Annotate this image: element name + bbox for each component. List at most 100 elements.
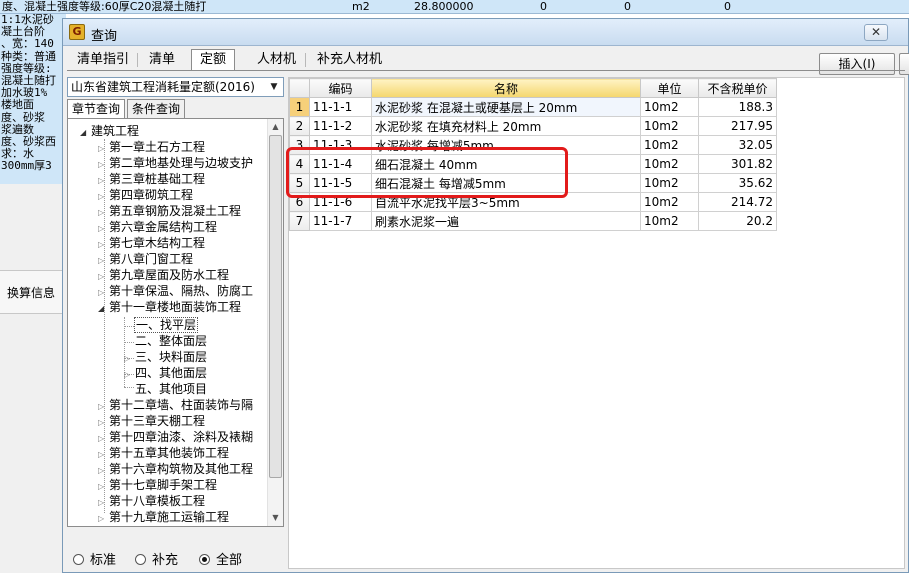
cell-code[interactable]: 11-1-7 — [309, 211, 372, 231]
row-number: 1 — [289, 97, 310, 117]
cell-code[interactable]: 11-1-5 — [309, 173, 372, 193]
column-header-name[interactable]: 名称 — [371, 78, 641, 98]
tree-node-chapter[interactable]: ▷ 第十七章脚手架工程 — [98, 477, 217, 493]
cell-unit[interactable]: 10m2 — [640, 135, 699, 155]
cell-unit[interactable]: 10m2 — [640, 211, 699, 231]
tree-node-section[interactable]: ▷ 四、其他面层 — [124, 365, 207, 381]
tab-quota[interactable]: 定额 — [191, 49, 236, 71]
table-row[interactable]: 5 11-1-5 细石混凝土 每增减5mm 10m2 35.62 — [289, 173, 777, 193]
cell-code[interactable]: 11-1-3 — [309, 135, 372, 155]
column-header-unit[interactable]: 单位 — [640, 78, 699, 98]
cell-unit[interactable]: 10m2 — [640, 116, 699, 136]
tab-separator — [137, 53, 138, 67]
cell-price[interactable]: 32.05 — [698, 135, 777, 155]
tree-scrollbar[interactable]: ▲ ▼ — [267, 119, 283, 526]
tree-node-section[interactable]: ▷五、其他项目 — [124, 381, 207, 397]
tree-node-chapter[interactable]: ▷ 第十三章天棚工程 — [98, 413, 205, 429]
tree-node-chapter[interactable]: ▷ 第十六章构筑物及其他工程 — [98, 461, 253, 477]
tree-label: 第七章木结构工程 — [109, 236, 206, 250]
tree-node-chapter[interactable]: ▷ 第二章地基处理与边坡支护 — [98, 155, 253, 171]
tab-chapter-query[interactable]: 章节查询 — [67, 99, 126, 119]
tree-node-chapter[interactable]: ▷ 第十九章施工运输工程 — [98, 509, 229, 525]
tree-node-section[interactable]: ▷二、整体面层 — [124, 333, 207, 349]
tree-node-chapter[interactable]: ▷ 第五章钢筋及混凝土工程 — [98, 203, 241, 219]
radio-circle-checked[interactable] — [199, 554, 210, 565]
insert-button[interactable]: 插入(I) — [819, 53, 895, 75]
radio-standard[interactable]: 标准 — [73, 552, 116, 570]
scroll-down-icon[interactable]: ▼ — [268, 510, 283, 526]
cell-price[interactable]: 188.3 — [698, 97, 777, 117]
cell-name[interactable]: 细石混凝土 40mm — [371, 154, 641, 174]
cell-price[interactable]: 214.72 — [698, 192, 777, 212]
tree-node-chapter[interactable]: ▷ 第十五章其他装饰工程 — [98, 445, 229, 461]
cell-unit[interactable]: 10m2 — [640, 97, 699, 117]
tab-bill-guide[interactable]: 清单指引 — [69, 50, 137, 70]
calc-info-tab[interactable]: 换算信息 — [0, 270, 62, 314]
dialog-titlebar[interactable]: G 查询 ✕ — [63, 19, 908, 46]
tree-node-chapter[interactable]: ▷ 第八章门窗工程 — [98, 251, 193, 267]
column-header-code[interactable]: 编码 — [309, 78, 372, 98]
collapsed-triangle-icon[interactable]: ▷ — [98, 511, 109, 526]
cell-name[interactable]: 水泥砂浆 在混凝土或硬基层上 20mm — [371, 97, 641, 117]
tab-condition-query[interactable]: 条件查询 — [127, 99, 186, 118]
cell-name[interactable]: 细石混凝土 每增减5mm — [371, 173, 641, 193]
scroll-up-icon[interactable]: ▲ — [268, 119, 283, 135]
tree-node-chapter[interactable]: ▷ 第九章屋面及防水工程 — [98, 267, 229, 283]
expanded-triangle-icon[interactable]: ◢ — [80, 125, 91, 141]
cell-price[interactable]: 301.82 — [698, 154, 777, 174]
chapter-tree[interactable]: ◢ 建筑工程 ▷ 第一章土石方工程 ▷ 第二章地基处理与边坡支护 ▷ 第三章桩基础工程 … — [68, 119, 267, 526]
partial-button[interactable] — [899, 53, 909, 75]
tree-label: 第九章屋面及防水工程 — [109, 268, 230, 282]
table-row[interactable]: 2 11-1-2 水泥砂浆 在填充材料上 20mm 10m2 217.95 — [289, 116, 777, 136]
tree-node-chapter[interactable]: ▷ 第四章砌筑工程 — [98, 187, 193, 203]
tree-node-section[interactable]: ▷ 三、块料面层 — [124, 349, 207, 365]
table-row[interactable]: 1 11-1-1 水泥砂浆 在混凝土或硬基层上 20mm 10m2 188.3 — [289, 97, 777, 117]
table-row[interactable]: 6 11-1-6 自流平水泥找平层3~5mm 10m2 214.72 — [289, 192, 777, 212]
table-row[interactable]: 4 11-1-4 细石混凝土 40mm 10m2 301.82 — [289, 154, 777, 174]
cell-unit[interactable]: 10m2 — [640, 173, 699, 193]
tree-label: 第五章钢筋及混凝土工程 — [109, 204, 242, 218]
tab-bill[interactable]: 清单 — [141, 50, 183, 70]
tree-node-chapter[interactable]: ▷ 第十章保温、隔热、防腐工 — [98, 283, 253, 299]
radio-circle[interactable] — [135, 554, 146, 565]
tree-node-chapter[interactable]: ▷ 第十二章墙、柱面装饰与隔 — [98, 397, 253, 413]
tree-node-chapter[interactable]: ▷ 第十四章油漆、涂料及裱糊 — [98, 429, 253, 445]
cell-unit[interactable]: 10m2 — [640, 192, 699, 212]
cell-code[interactable]: 11-1-6 — [309, 192, 372, 212]
tree-node-chapter[interactable]: ▷ 第一章土石方工程 — [98, 139, 205, 155]
tab-supplement-lmm[interactable]: 补充人材机 — [309, 50, 390, 70]
cell-name[interactable]: 水泥砂浆 在填充材料上 20mm — [371, 116, 641, 136]
cell-price[interactable]: 20.2 — [698, 211, 777, 231]
cell-price[interactable]: 35.62 — [698, 173, 777, 193]
tree-node-chapter[interactable]: ▷ 第三章桩基础工程 — [98, 171, 205, 187]
bg-line: 度、砂浆 — [1, 110, 45, 124]
table-row[interactable]: 3 11-1-3 水泥砂浆 每增减5mm 10m2 32.05 — [289, 135, 777, 155]
quota-library-select[interactable]: 山东省建筑工程消耗量定额(2016) ▼ — [67, 77, 284, 97]
quota-table: 编码 名称 单位 不含税单价 1 11-1-1 水泥砂浆 在混凝土或硬基层上 2… — [289, 78, 777, 231]
cell-name[interactable]: 自流平水泥找平层3~5mm — [371, 192, 641, 212]
chevron-down-icon[interactable]: ▼ — [266, 79, 282, 95]
cell-code[interactable]: 11-1-1 — [309, 97, 372, 117]
close-button[interactable]: ✕ — [864, 24, 888, 41]
cell-name[interactable]: 刷素水泥浆一遍 — [371, 211, 641, 231]
tree-node-chapter-expanded[interactable]: ◢ 第十一章楼地面装饰工程 — [98, 299, 241, 315]
tree-node-chapter[interactable]: ▷ 第七章木结构工程 — [98, 235, 205, 251]
tree-node-section-selected[interactable]: ▷一、找平层 — [124, 317, 199, 333]
expanded-triangle-icon[interactable]: ◢ — [98, 301, 109, 317]
radio-circle[interactable] — [73, 554, 84, 565]
scroll-thumb[interactable] — [269, 135, 282, 478]
cell-code[interactable]: 11-1-4 — [309, 154, 372, 174]
radio-supplement[interactable]: 补充 — [135, 552, 178, 570]
tree-node-root[interactable]: ◢ 建筑工程 — [80, 123, 139, 139]
cell-name[interactable]: 水泥砂浆 每增减5mm — [371, 135, 641, 155]
table-row[interactable]: 7 11-1-7 刷素水泥浆一遍 10m2 20.2 — [289, 211, 777, 231]
tab-labor-material-machine[interactable]: 人材机 — [249, 50, 304, 70]
tree-node-chapter[interactable]: ▷ 第六章金属结构工程 — [98, 219, 217, 235]
tree-label: 一、找平层 — [133, 317, 199, 333]
radio-all[interactable]: 全部 — [199, 552, 242, 570]
column-header-price[interactable]: 不含税单价 — [698, 78, 777, 98]
cell-code[interactable]: 11-1-2 — [309, 116, 372, 136]
tree-node-chapter[interactable]: ▷ 第十八章模板工程 — [98, 493, 205, 509]
cell-unit[interactable]: 10m2 — [640, 154, 699, 174]
cell-price[interactable]: 217.95 — [698, 116, 777, 136]
